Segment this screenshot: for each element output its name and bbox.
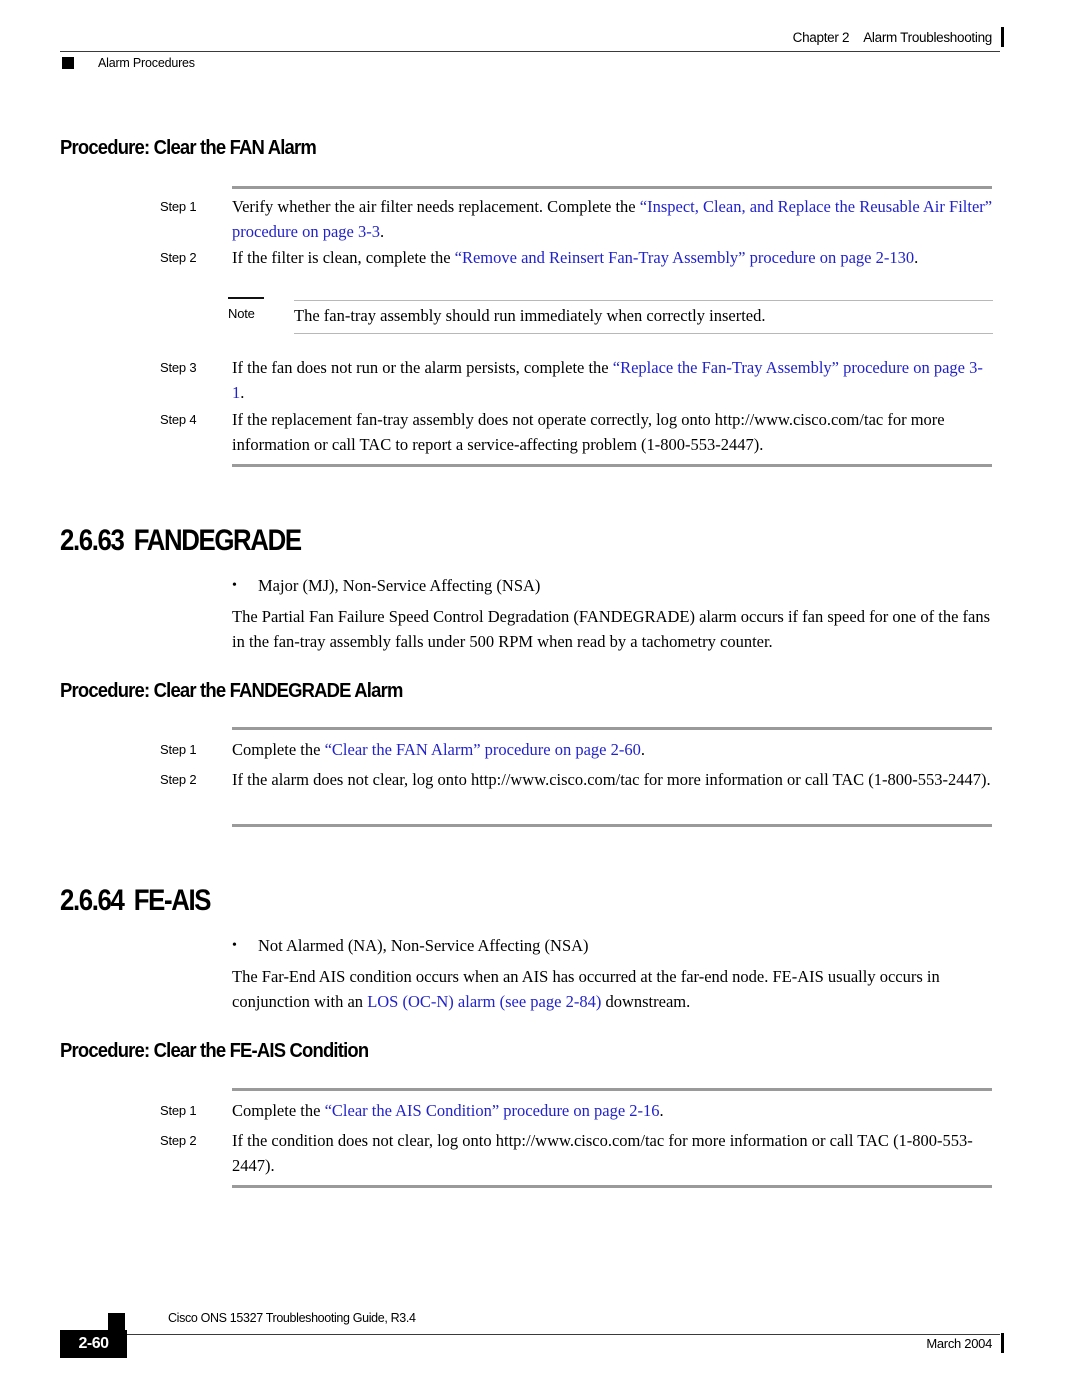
paragraph-fe-ais-description: The Far-End AIS condition occurs when an… bbox=[232, 964, 994, 1014]
bullet-dot-icon: • bbox=[232, 578, 237, 593]
footer-page-number: 2-60 bbox=[78, 1335, 109, 1352]
list-item: • Major (MJ), Non-Service Affecting (NSA) bbox=[232, 574, 992, 598]
step-label: Step 2 bbox=[160, 250, 197, 265]
note-rule-short bbox=[228, 297, 264, 299]
step-text-before: Verify whether the air filter needs repl… bbox=[232, 197, 640, 216]
rule-below-fe-ais-steps bbox=[232, 1185, 992, 1188]
list-item: • Not Alarmed (NA), Non-Service Affecting… bbox=[232, 934, 992, 958]
step-text: If the filter is clean, complete the “Re… bbox=[232, 245, 994, 270]
step-text: If the alarm does not clear, log onto ht… bbox=[232, 767, 994, 792]
step-text: Complete the “Clear the FAN Alarm” proce… bbox=[232, 737, 994, 762]
rule-above-fan-steps bbox=[232, 186, 992, 189]
step-text-before: If the replacement fan-tray assembly doe… bbox=[232, 410, 945, 454]
step-text: If the fan does not run or the alarm per… bbox=[232, 355, 994, 405]
header-chapter-number: Chapter 2 bbox=[792, 30, 850, 45]
cross-reference-link[interactable]: “Clear the FAN Alarm” procedure on page … bbox=[325, 740, 641, 759]
step-text: If the condition does not clear, log ont… bbox=[232, 1128, 994, 1178]
footer-right-tick-mark bbox=[1001, 1333, 1004, 1353]
step-text-before: If the filter is clean, complete the bbox=[232, 248, 455, 267]
heading-procedure-clear-fe-ais-condition: Procedure: Clear the FE-AIS Condition bbox=[60, 1039, 369, 1062]
step-text-before: If the alarm does not clear, log onto ht… bbox=[232, 770, 991, 789]
step-text-before: Complete the bbox=[232, 740, 325, 759]
section-number: 2.6.64 bbox=[60, 884, 125, 917]
header-chapter-title: Alarm Troubleshooting bbox=[863, 30, 992, 45]
step-label: Step 2 bbox=[160, 772, 197, 787]
note-rule-top bbox=[294, 300, 993, 301]
section-title: FANDEGRADE bbox=[133, 524, 302, 557]
severity-text: Not Alarmed (NA), Non-Service Affecting … bbox=[258, 936, 589, 955]
note-text: The fan-tray assembly should run immedia… bbox=[294, 306, 766, 325]
square-bullet-icon bbox=[62, 57, 74, 69]
step-text: Complete the “Clear the AIS Condition” p… bbox=[232, 1098, 994, 1123]
step-row: Step 2 If the condition does not clear, … bbox=[60, 1128, 1005, 1178]
rule-below-fan-steps bbox=[232, 464, 992, 467]
step-text: Verify whether the air filter needs repl… bbox=[232, 194, 994, 244]
bullet-dot-icon: • bbox=[232, 938, 237, 953]
step-label: Step 1 bbox=[160, 199, 197, 214]
header-divider-rule bbox=[60, 51, 1000, 52]
step-label: Step 4 bbox=[160, 412, 197, 427]
step-label: Step 2 bbox=[160, 1133, 197, 1148]
step-text: If the replacement fan-tray assembly doe… bbox=[232, 407, 994, 457]
header-section-label-group: Alarm Procedures bbox=[62, 56, 195, 70]
step-label: Step 1 bbox=[160, 742, 197, 757]
step-text-after: . bbox=[659, 1101, 664, 1120]
cross-reference-link[interactable]: “Remove and Reinsert Fan-Tray Assembly” … bbox=[455, 248, 914, 267]
paragraph-fandegrade-description: The Partial Fan Failure Speed Control De… bbox=[232, 607, 991, 651]
step-row: Step 2 If the alarm does not clear, log … bbox=[60, 767, 1005, 792]
cross-reference-link[interactable]: LOS (OC-N) alarm (see page 2-84) bbox=[367, 992, 601, 1011]
step-text-after: . bbox=[379, 222, 385, 241]
step-text-before: Complete the bbox=[232, 1101, 325, 1120]
step-row: Step 2 If the filter is clean, complete … bbox=[60, 245, 1005, 270]
step-text-before: If the fan does not run or the alarm per… bbox=[232, 358, 613, 377]
document-page: Chapter 2 Alarm Troubleshooting Alarm Pro… bbox=[0, 0, 1080, 1397]
footer-date: March 2004 bbox=[926, 1336, 992, 1351]
note-label: Note bbox=[228, 306, 255, 321]
footer-divider-rule bbox=[122, 1334, 1000, 1335]
step-text-after: . bbox=[640, 740, 645, 759]
rule-above-fe-ais-steps bbox=[232, 1088, 992, 1091]
step-label: Step 1 bbox=[160, 1103, 197, 1118]
step-row: Step 3 If the fan does not run or the al… bbox=[60, 355, 1005, 405]
rule-below-fandegrade-steps bbox=[232, 824, 992, 827]
rule-above-fandegrade-steps bbox=[232, 727, 992, 730]
step-row: Step 4 If the replacement fan-tray assem… bbox=[60, 407, 1005, 457]
step-text-after: . bbox=[240, 383, 245, 402]
step-row: Step 1 Complete the “Clear the AIS Condi… bbox=[60, 1098, 1005, 1123]
section-title: FE-AIS bbox=[133, 884, 212, 917]
step-text-after: . bbox=[914, 248, 919, 267]
heading-procedure-clear-fandegrade-alarm: Procedure: Clear the FANDEGRADE Alarm bbox=[60, 679, 403, 702]
step-text-before: If the condition does not clear, log ont… bbox=[232, 1131, 973, 1175]
step-label: Step 3 bbox=[160, 360, 197, 375]
header-chapter-info: Chapter 2 Alarm Troubleshooting bbox=[792, 30, 993, 45]
step-row: Step 1 Complete the “Clear the FAN Alarm… bbox=[60, 737, 1005, 762]
note-rule-bottom bbox=[294, 333, 993, 334]
header-right-tick-mark bbox=[1001, 27, 1004, 47]
section-number: 2.6.63 bbox=[60, 524, 125, 557]
heading-section-fandegrade: 2.6.63 FANDEGRADE bbox=[60, 524, 302, 558]
severity-text: Major (MJ), Non-Service Affecting (NSA) bbox=[258, 576, 541, 595]
cross-reference-link[interactable]: “Clear the AIS Condition” procedure on p… bbox=[325, 1101, 660, 1120]
page-header: Chapter 2 Alarm Troubleshooting Alarm Pro… bbox=[0, 0, 1080, 86]
description-text-after: downstream. bbox=[601, 992, 691, 1011]
step-row: Step 1 Verify whether the air filter nee… bbox=[60, 194, 1005, 244]
footer-guide-title: Cisco ONS 15327 Troubleshooting Guide, R… bbox=[168, 1311, 416, 1325]
header-section-label: Alarm Procedures bbox=[98, 56, 195, 70]
heading-section-fe-ais: 2.6.64 FE-AIS bbox=[60, 884, 212, 918]
heading-procedure-clear-fan-alarm: Procedure: Clear the FAN Alarm bbox=[60, 136, 317, 159]
